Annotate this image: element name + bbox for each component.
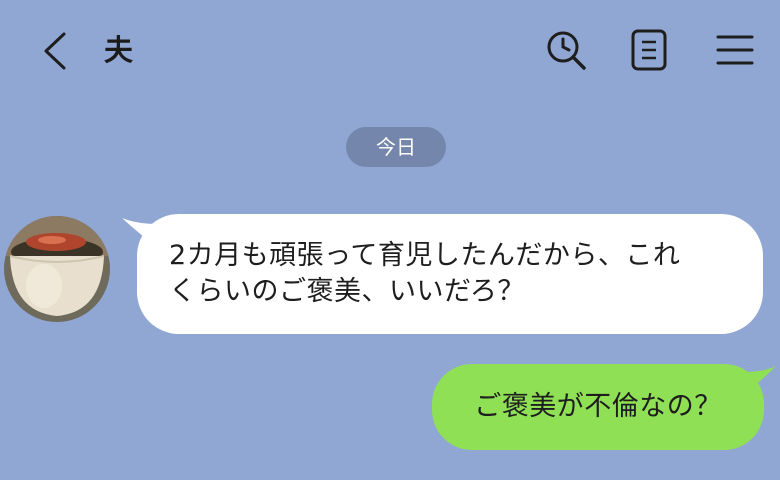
avatar-image	[4, 216, 110, 322]
menu-icon[interactable]	[714, 28, 758, 72]
message-text: 2カ月も頑張って育児したんだから、これ くらいのご褒美、いいだろ？	[169, 240, 681, 307]
search-history-icon[interactable]	[544, 28, 588, 72]
date-separator: 今日	[346, 127, 446, 167]
message-bubble-outgoing[interactable]: ご褒美が不倫なの？	[432, 364, 764, 450]
chat-title: 夫	[104, 33, 134, 67]
avatar[interactable]	[4, 216, 110, 322]
outgoing-bubble-tail	[744, 366, 776, 394]
message-text: ご褒美が不倫なの？	[474, 391, 722, 422]
back-icon[interactable]	[38, 30, 72, 72]
message-bubble-incoming[interactable]: 2カ月も頑張って育児したんだから、これ くらいのご褒美、いいだろ？	[137, 214, 763, 334]
notes-icon[interactable]	[628, 28, 672, 72]
chat-header: 夫	[0, 0, 780, 100]
